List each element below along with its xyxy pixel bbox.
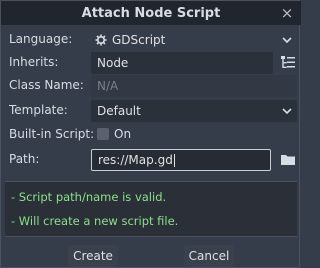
template-row: Template: Default — [1, 100, 301, 122]
class-name-input: N/A — [91, 75, 297, 97]
folder-icon[interactable] — [279, 151, 297, 169]
language-label: Language: — [9, 32, 73, 46]
builtin-script-toggle-label: On — [114, 127, 132, 141]
status-panel: - Script path/name is valid. - Will crea… — [5, 181, 297, 237]
class-name-label: Class Name: — [9, 78, 84, 92]
close-icon[interactable]: × — [278, 4, 296, 22]
class-tree-icon[interactable] — [279, 54, 297, 72]
language-select[interactable]: GDScript — [91, 29, 297, 51]
status-line-valid: - Script path/name is valid. — [11, 190, 167, 204]
text-cursor — [173, 153, 175, 167]
gdscript-icon — [95, 34, 107, 46]
language-row: Language: GDScript — [1, 29, 301, 51]
attach-node-script-dialog: Attach Node Script × Language: GDScript … — [0, 0, 301, 268]
path-value: res://Map.gd — [98, 153, 173, 167]
class-name-row: Class Name: N/A — [1, 75, 301, 97]
inherits-input[interactable]: Node — [91, 52, 273, 74]
template-value: Default — [97, 104, 141, 118]
create-button[interactable]: Create — [68, 245, 118, 267]
language-value: GDScript — [112, 33, 166, 47]
builtin-script-row: Built-in Script: On — [1, 124, 301, 146]
template-label: Template: — [9, 103, 68, 117]
inherits-value: Node — [97, 56, 129, 70]
builtin-script-label: Built-in Script: — [9, 127, 95, 141]
inherits-row: Inherits: Node — [1, 52, 301, 74]
class-name-placeholder: N/A — [97, 79, 119, 93]
chevron-down-icon — [282, 108, 292, 115]
chevron-down-icon — [282, 37, 292, 44]
dialog-title: Attach Node Script — [81, 5, 221, 21]
dialog-titlebar: Attach Node Script × — [1, 1, 301, 25]
template-select[interactable]: Default — [91, 100, 297, 122]
status-line-new-file: - Will create a new script file. — [11, 214, 179, 228]
path-label: Path: — [9, 152, 40, 166]
inherits-label: Inherits: — [9, 55, 59, 69]
cancel-button[interactable]: Cancel — [184, 245, 234, 267]
path-row: Path: res://Map.gd — [1, 149, 301, 171]
builtin-script-checkbox[interactable] — [97, 128, 109, 140]
path-input[interactable]: res://Map.gd — [91, 149, 271, 171]
